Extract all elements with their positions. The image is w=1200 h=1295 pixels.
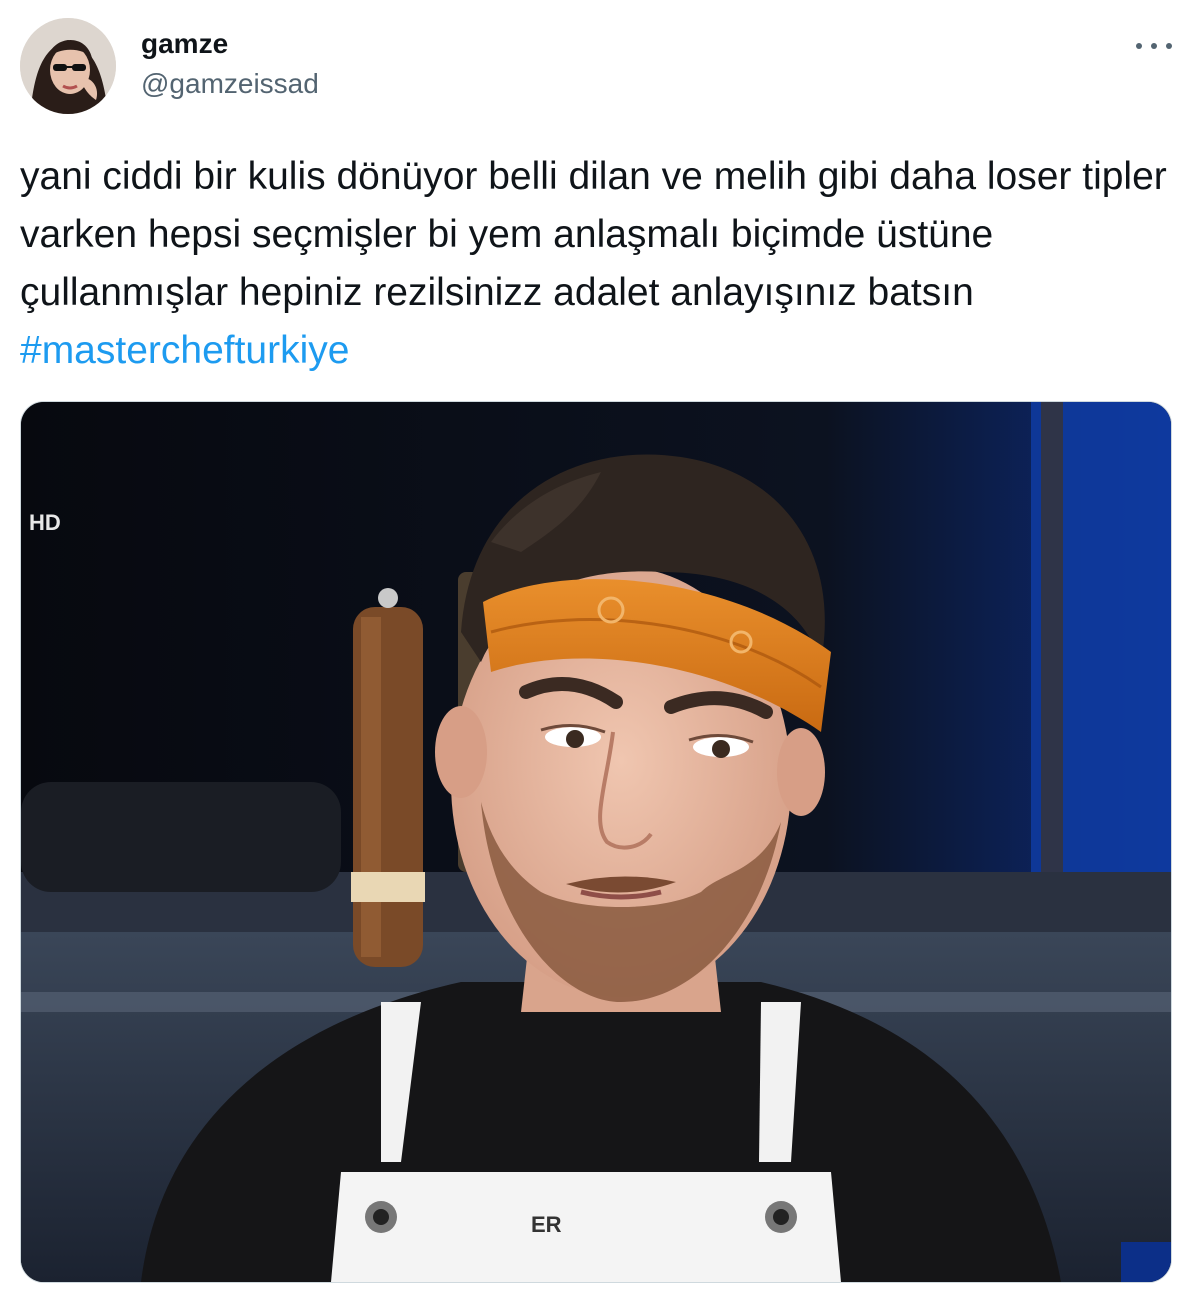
tv-badge: HD bbox=[29, 510, 61, 535]
more-horizontal-icon bbox=[1136, 43, 1142, 49]
photo-illustration: HD ER bbox=[21, 402, 1171, 1282]
more-horizontal-icon bbox=[1166, 43, 1172, 49]
display-name[interactable]: gamze bbox=[141, 26, 319, 62]
user-handle[interactable]: @gamzeissad bbox=[141, 66, 319, 102]
author-info: gamze @gamzeissad bbox=[141, 26, 319, 102]
tweet-media-photo[interactable]: HD ER bbox=[20, 401, 1172, 1283]
apron-text: ER bbox=[531, 1212, 562, 1237]
avatar-image bbox=[20, 18, 116, 114]
more-horizontal-icon bbox=[1151, 43, 1157, 49]
tweet-body: yani ciddi bir kulis dönüyor belli dilan… bbox=[20, 155, 1167, 314]
avatar[interactable] bbox=[20, 18, 116, 114]
tweet-text: yani ciddi bir kulis dönüyor belli dilan… bbox=[20, 148, 1180, 380]
tweet-card: gamze @gamzeissad yani ciddi bir kulis d… bbox=[0, 0, 1200, 1295]
hashtag-link[interactable]: #masterchefturkiye bbox=[20, 329, 349, 372]
more-options-button[interactable] bbox=[1136, 36, 1172, 56]
